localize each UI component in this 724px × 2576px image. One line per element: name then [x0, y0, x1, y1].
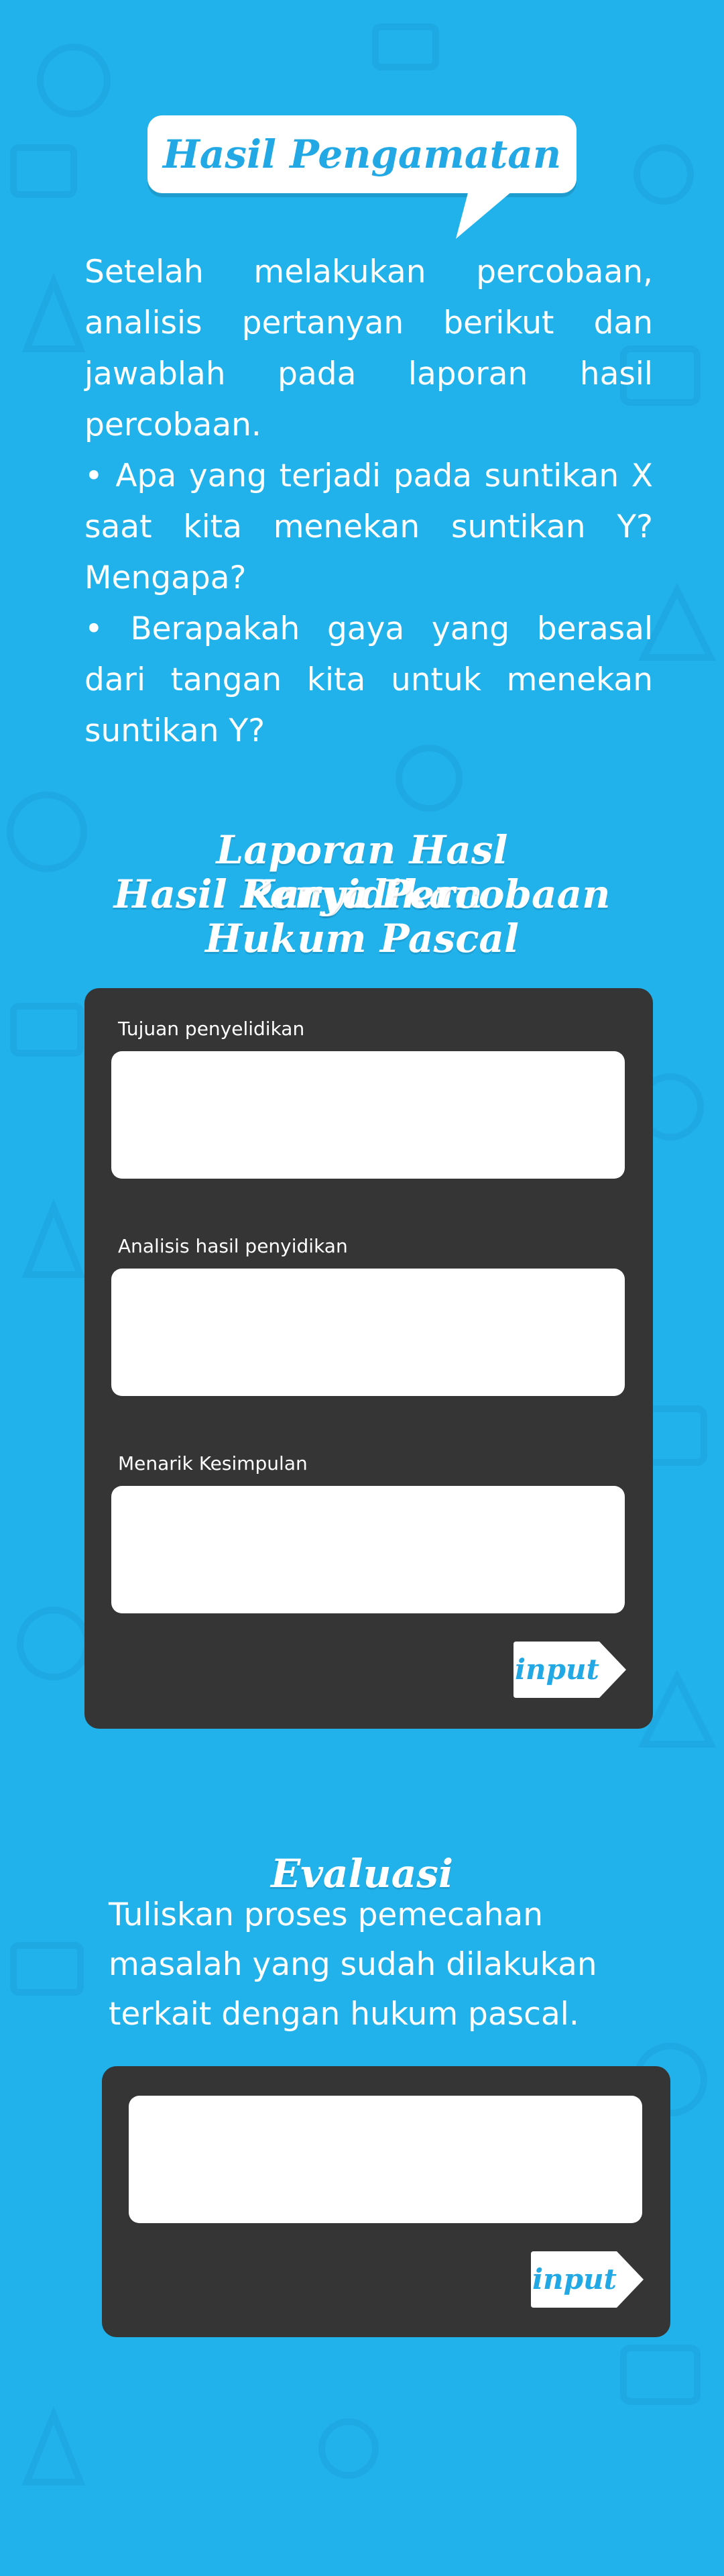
report-input-label: input — [515, 1653, 599, 1686]
page-title: Hasil Pengamatan — [162, 131, 562, 177]
question-1: • Apa yang terjadi pada suntikan X saat … — [84, 458, 653, 596]
evaluation-input-button[interactable]: input — [531, 2251, 644, 2308]
report-panel: Tujuan penyelidikan Analisis hasil penyi… — [84, 988, 653, 1729]
report-title-line-3: Hukum Pascal — [204, 916, 520, 961]
tujuan-input[interactable] — [111, 1051, 625, 1179]
label-analisis: Analisis hasil penyidikan — [118, 1235, 348, 1257]
label-tujuan: Tujuan penyelidikan — [118, 1018, 305, 1040]
intro-paragraph: Setelah melakukan percobaan, analisis pe… — [84, 254, 653, 443]
report-input-button[interactable]: input — [514, 1642, 626, 1698]
kesimpulan-input[interactable] — [111, 1486, 625, 1613]
bubble-tail — [449, 188, 516, 239]
evaluation-title: Evaluasi — [271, 1851, 453, 1896]
report-title-line-2: Hasil Karya Percobaan — [113, 871, 611, 917]
header-bubble: Hasil Pengamatan — [147, 115, 577, 193]
evaluation-answer-input[interactable] — [129, 2096, 642, 2223]
label-kesimpulan: Menarik Kesimpulan — [118, 1452, 308, 1474]
evaluation-panel: input — [102, 2066, 670, 2337]
question-2: • Berapakah gaya yang berasal dari tanga… — [84, 610, 653, 749]
evaluation-input-label: input — [532, 2263, 617, 2296]
evaluation-prompt: Tuliskan proses pemecahan masalah yang s… — [109, 1896, 597, 2033]
analisis-input[interactable] — [111, 1269, 625, 1396]
